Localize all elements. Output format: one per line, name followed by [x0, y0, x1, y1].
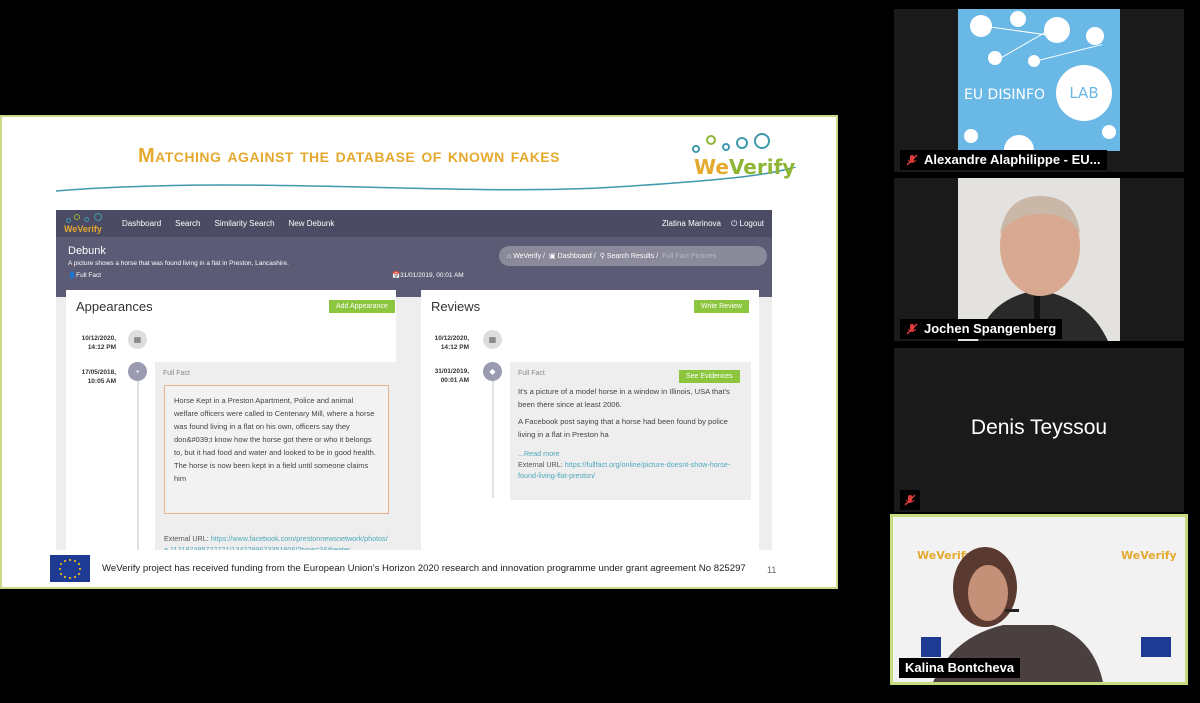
card-source: Full Fact	[518, 370, 545, 377]
participant-name: Kalina Bontcheva	[899, 658, 1021, 678]
reviews-panel: Reviews Write Review 10/12/2020, 14:12 PM…	[421, 290, 759, 550]
debunk-date: 📅31/01/2019, 00:01 AM	[392, 272, 464, 279]
mic-muted-icon	[906, 323, 918, 335]
user-name[interactable]: Zlatina Marinova	[662, 219, 721, 228]
participant-name: Jochen Spangenberg	[900, 319, 1063, 339]
app-logo[interactable]: WeVerify	[64, 212, 108, 235]
calendar-icon: 📅	[392, 272, 401, 279]
read-more-link[interactable]: ...Read more	[518, 448, 560, 459]
review-text-1: It's a picture of a model horse in a win…	[518, 387, 730, 409]
review-external-url: External URL: https://fullfact.org/onlin…	[518, 460, 731, 480]
calendar-icon: ▦	[483, 330, 502, 349]
participant-tile-2[interactable]: Jochen Spangenberg	[894, 178, 1184, 341]
appearances-title: Appearances	[76, 299, 153, 314]
debunk-description: A picture shows a horse that was found l…	[68, 260, 289, 267]
nav-search[interactable]: Search	[175, 219, 200, 228]
power-icon: ⏻	[730, 218, 738, 228]
appearance-date-2: 17/05/2018, 10:05 AM	[81, 369, 116, 385]
reviews-title: Reviews	[431, 299, 481, 314]
write-review-button[interactable]: Write Review	[694, 300, 750, 313]
participant-mic-status	[900, 490, 920, 510]
participant-tile-3[interactable]: Denis Teyssou	[894, 348, 1184, 512]
mic-muted-icon	[906, 154, 918, 166]
debunk-source: 👤Full Fact	[68, 272, 102, 279]
review-card: Full Fact See Evidences It's a picture o…	[510, 362, 751, 500]
breadcrumb-weverify[interactable]: ⌂ WeVerify /	[507, 253, 545, 260]
review-date-2: 31/01/2019, 00:01 AM	[434, 368, 469, 384]
eu-flag-icon	[50, 555, 90, 582]
logo-text-lab: LAB	[1056, 65, 1112, 121]
app-navbar: WeVerify Dashboard Search Similarity Sea…	[56, 210, 772, 237]
debunk-title: Debunk	[68, 245, 106, 257]
timeline-line	[492, 378, 494, 498]
logout-button[interactable]: ⏻ Logout	[731, 219, 764, 229]
breadcrumb-dashboard[interactable]: ▣ Dashboard /	[549, 252, 596, 260]
breadcrumb-search-results[interactable]: ⚲ Search Results /	[600, 252, 658, 260]
see-evidences-button[interactable]: See Evidences	[679, 370, 740, 383]
participant-name: Alexandre Alaphilippe - EU...	[900, 150, 1107, 170]
slide-title: Matching against the database of known f…	[138, 145, 560, 167]
briefcase-icon: ▪	[128, 362, 147, 381]
nav-new-debunk[interactable]: New Debunk	[289, 219, 335, 228]
person-silhouette-icon	[958, 178, 1120, 341]
home-icon: ⌂	[507, 252, 512, 260]
review-text-2: A Facebook post saying that a horse had …	[518, 417, 728, 439]
funding-statement: WeVerify project has received funding fr…	[102, 563, 746, 574]
participant-tile-1[interactable]: EU DISINFO LAB Alexandre Alaphilippe - E…	[894, 9, 1184, 172]
page-number: 11	[767, 565, 777, 575]
weverify-logo-text: WeVerify	[694, 155, 796, 179]
calendar-icon: ▦	[128, 330, 147, 349]
appearance-date-1: 10/12/2020, 14:12 PM	[81, 335, 116, 351]
appearance-card: Full Fact Horse Kept in a Preston Apartm…	[155, 362, 396, 550]
breadcrumb: ⌂ WeVerify / ▣ Dashboard / ⚲ Search Resu…	[499, 246, 767, 266]
weverify-app: WeVerify Dashboard Search Similarity Sea…	[56, 210, 772, 550]
review-date-1: 10/12/2020, 14:12 PM	[434, 335, 469, 351]
breadcrumb-current: Full Fact Pictures	[662, 252, 717, 260]
appearance-external-url: External URL: https://www.facebook.com/p…	[164, 533, 392, 550]
dashboard-icon: ▣	[548, 253, 556, 260]
timeline-line	[137, 378, 139, 550]
card-source: Full Fact	[163, 370, 190, 377]
add-appearance-button[interactable]: Add Appearance	[329, 300, 395, 313]
eu-disinfo-lab-logo: EU DISINFO LAB	[958, 9, 1120, 151]
user-icon: 👤	[68, 272, 77, 279]
svg-text:WeVerify: WeVerify	[1121, 549, 1177, 562]
tag-icon: ◆	[483, 362, 502, 381]
logo-text-disinfo: EU DISINFO	[964, 87, 1046, 103]
appearance-quote: Horse Kept in a Preston Apartment, Polic…	[164, 385, 389, 514]
weverify-logo: WeVerify	[692, 131, 795, 181]
slide-title-underline	[56, 167, 796, 192]
search-icon: ⚲	[599, 253, 605, 260]
participant-video	[958, 178, 1120, 341]
nav-similarity-search[interactable]: Similarity Search	[215, 219, 275, 228]
mic-muted-icon	[904, 494, 916, 506]
participant-tile-4-active-speaker[interactable]: WeVerify WeVerify Kalina Bontcheva	[890, 514, 1188, 685]
appearances-panel: Appearances Add Appearance 10/12/2020, 14…	[66, 290, 396, 550]
nav-dashboard[interactable]: Dashboard	[122, 219, 161, 228]
debunk-header: Debunk A picture shows a horse that was …	[56, 237, 772, 297]
shared-slide: Matching against the database of known f…	[0, 115, 838, 589]
participant-name-large: Denis Teyssou	[970, 416, 1108, 439]
